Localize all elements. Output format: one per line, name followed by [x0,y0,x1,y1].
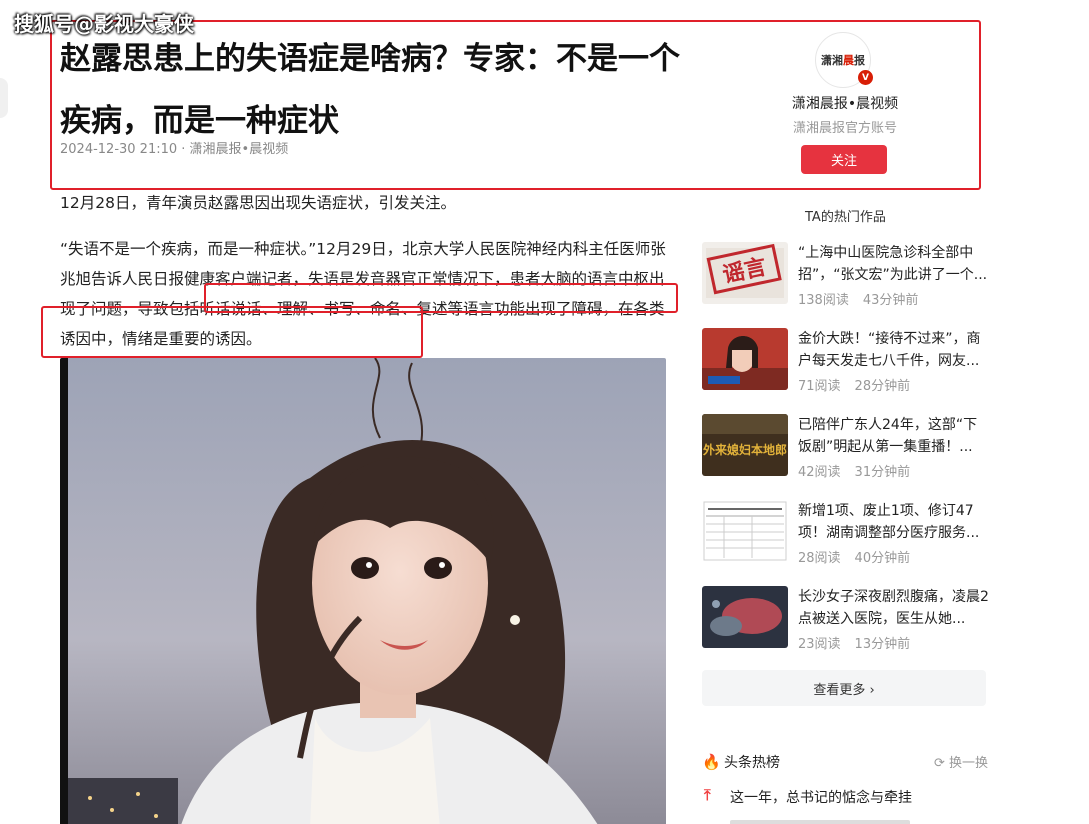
hot-list-header: 🔥 头条热榜 ⟳ 换一换 [702,752,988,772]
related-thumbnail [702,500,788,562]
article-paragraph-1: 12月28日，青年演员赵露思因出现失语症状，引发关注。 [60,194,456,212]
clipped-text-placeholder [730,820,910,824]
flame-icon: 🔥 [702,753,721,771]
related-meta: 23阅读 13分钟前 [798,633,910,652]
related-thumbnail: 谣言 [702,242,788,304]
publish-time: 43分钟前 [862,293,919,308]
related-meta: 42阅读 31分钟前 [798,461,910,480]
refresh-label: 换一换 [948,756,988,771]
hot-list-item-partial[interactable] [702,814,942,824]
highlight-box-header [50,20,981,190]
related-title[interactable]: 新增1项、废止1项、修订47项！湖南调整部分医疗服务... [798,500,990,544]
related-title[interactable]: “上海中山医院急诊科全部中招”，“张文宏”为此讲了一个... [798,242,990,286]
read-count: 71阅读 [798,379,841,394]
related-thumbnail: 外来媳妇本地郎 [702,414,788,476]
related-item[interactable]: 长沙女子深夜剧烈腹痛，凌晨2点被送入医院，医生从她... 23阅读 13分钟前 [702,586,992,658]
related-meta: 71阅读 28分钟前 [798,375,910,394]
related-title[interactable]: 金价大跌！“接待不过来”，商户每天发走七八千件，网友... [798,328,990,372]
publish-time: 13分钟前 [854,637,911,652]
related-item[interactable]: 外来媳妇本地郎 已陪伴广东人24年，这部“下饭剧”明起从第一集重播！... 42… [702,414,992,486]
related-meta: 138阅读 43分钟前 [798,289,918,308]
hot-list-title: 头条热榜 [724,755,780,771]
publish-time: 40分钟前 [854,551,911,566]
refresh-icon: ⟳ [933,756,949,771]
view-more-button[interactable]: 查看更多 › [702,670,986,706]
related-title[interactable]: 已陪伴广东人24年，这部“下饭剧”明起从第一集重播！... [798,414,990,458]
related-meta: 28阅读 40分钟前 [798,547,910,566]
read-count: 42阅读 [798,465,841,480]
related-item[interactable]: 谣言 “上海中山医院急诊科全部中招”，“张文宏”为此讲了一个... 138阅读 4… [702,242,992,314]
read-count: 28阅读 [798,551,841,566]
related-item[interactable]: 新增1项、废止1项、修订47项！湖南调整部分医疗服务... 28阅读 40分钟前 [702,500,992,572]
related-title[interactable]: 长沙女子深夜剧烈腹痛，凌晨2点被送入医院，医生从她... [798,586,990,630]
watermark-text: 搜狐号@影视大豪侠 [14,12,194,36]
thumb-show-title: 外来媳妇本地郎 [703,442,787,457]
publish-time: 28分钟前 [854,379,911,394]
highlight-box-cause [41,306,423,358]
refresh-button[interactable]: ⟳ 换一换 [934,752,988,771]
left-edge-handle[interactable] [0,78,8,118]
hot-works-title: TA的热门作品 [805,210,886,225]
hot-list-item[interactable]: ⤒ 这一年，总书记的惦念与牵挂 [702,786,988,808]
pin-top-icon: ⤒ [704,786,711,804]
article-photo [60,358,666,824]
publish-time: 31分钟前 [854,465,911,480]
read-count: 138阅读 [798,293,849,308]
hot-item-title[interactable]: 这一年，总书记的惦念与牵挂 [730,787,912,807]
related-thumbnail [702,328,788,390]
related-item[interactable]: 金价大跌！“接待不过来”，商户每天发走七八千件，网友... 71阅读 28分钟前 [702,328,992,400]
read-count: 23阅读 [798,637,841,652]
related-thumbnail [702,586,788,648]
